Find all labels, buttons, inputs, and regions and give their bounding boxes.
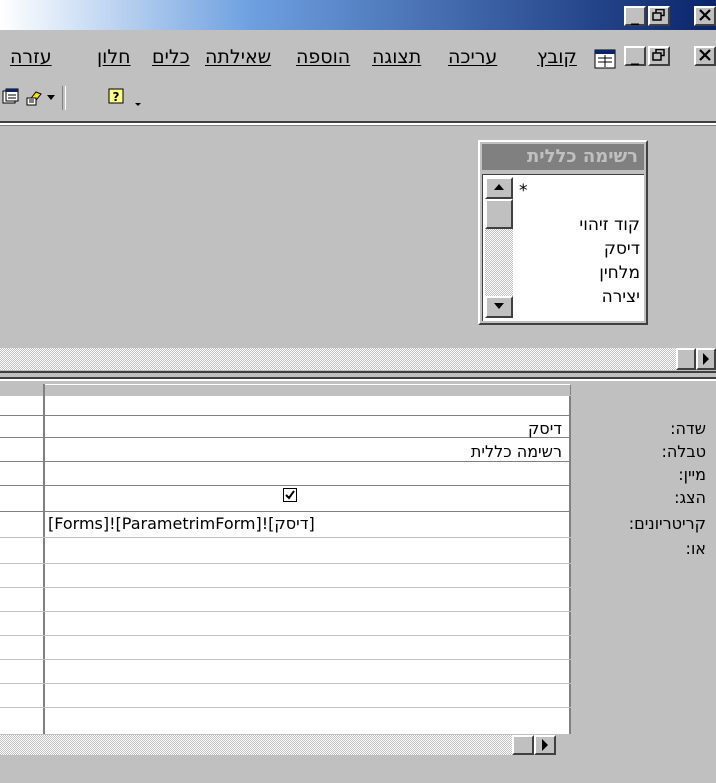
field-list-window[interactable]: רשימה כללית * קוד זיהוי דיסק מלחין יצירה	[478, 140, 648, 325]
row-label-criteria: קריטריונים:	[628, 514, 706, 533]
field-list-scrollbar[interactable]	[485, 177, 513, 318]
help-icon[interactable]: ?	[108, 88, 126, 106]
field-list-item-id[interactable]: קוד זיהוי	[579, 215, 640, 235]
doc-close-button[interactable]	[694, 46, 716, 66]
criteria-cell[interactable]: [Forms]![ParametrimForm]![דיסק]	[48, 514, 315, 533]
field-list-title[interactable]: רשימה כללית	[482, 144, 644, 170]
menu-bar: עזרה חלון כלים שאילתה הוספה תצוגה עריכה …	[0, 40, 716, 80]
lower-horizontal-scroll-track[interactable]	[0, 735, 512, 755]
field-list-item-work[interactable]: יצירה	[602, 287, 640, 307]
arrow-right-icon	[703, 353, 709, 365]
field-list-item-disc[interactable]: דיסק	[604, 239, 640, 259]
restore-icon	[652, 48, 665, 61]
dropdown-arrow-icon[interactable]	[47, 95, 55, 101]
doc-minimize-button[interactable]: _	[624, 46, 646, 66]
query-document-icon[interactable]	[594, 49, 616, 69]
row-label-table: טבלה:	[661, 442, 706, 461]
scroll-thumb[interactable]	[485, 199, 513, 229]
new-object-icon[interactable]	[26, 88, 44, 106]
column-selector[interactable]	[44, 384, 571, 395]
app-restore-button[interactable]	[648, 6, 670, 26]
menu-help[interactable]: עזרה	[10, 46, 52, 68]
toolbar-separator	[62, 86, 66, 110]
menu-file[interactable]: קובץ	[537, 46, 577, 68]
upper-scroll-thumb[interactable]	[676, 348, 696, 370]
svg-text:?: ?	[113, 90, 120, 104]
scroll-up-button[interactable]	[485, 177, 513, 199]
scroll-down-button[interactable]	[485, 296, 513, 318]
field-cell[interactable]: דיסק	[528, 419, 562, 438]
menu-tools[interactable]: כלים	[152, 46, 190, 68]
field-list: * קוד זיהוי דיסק מלחין יצירה	[482, 174, 644, 321]
lower-scroll-right-button[interactable]	[534, 735, 556, 755]
menu-view[interactable]: תצוגה	[372, 46, 421, 68]
doc-restore-button[interactable]	[648, 46, 670, 66]
row-label-sort: מיין:	[678, 465, 706, 484]
arrow-right-icon	[542, 739, 548, 751]
arrow-down-icon	[494, 303, 504, 309]
row-label-show: הצג:	[674, 488, 706, 507]
field-list-item-composer[interactable]: מלחין	[599, 263, 640, 283]
menu-edit[interactable]: עריכה	[448, 46, 497, 68]
field-list-item-all[interactable]: *	[519, 181, 528, 201]
title-bar	[0, 0, 716, 30]
app-minimize-button[interactable]: _	[624, 6, 646, 26]
menu-insert[interactable]: הוספה	[296, 46, 350, 68]
row-label-field: שדה:	[670, 419, 706, 438]
close-icon	[699, 49, 711, 61]
database-window-icon[interactable]	[2, 88, 20, 106]
menu-window[interactable]: חלון	[97, 46, 131, 68]
upper-scroll-right-button[interactable]	[696, 348, 716, 370]
table-cell[interactable]: רשימה כללית	[471, 442, 562, 461]
dropdown-arrow-icon[interactable]	[135, 103, 141, 107]
restore-icon	[652, 8, 665, 21]
menu-query[interactable]: שאילתה	[205, 46, 271, 68]
arrow-up-icon	[494, 184, 504, 190]
row-label-or: או:	[685, 539, 706, 558]
show-checkbox[interactable]	[283, 488, 297, 502]
upper-horizontal-scroll-track[interactable]	[0, 348, 676, 370]
app-close-button[interactable]	[694, 6, 716, 26]
lower-scroll-thumb[interactable]	[512, 735, 534, 755]
close-icon	[699, 9, 711, 21]
